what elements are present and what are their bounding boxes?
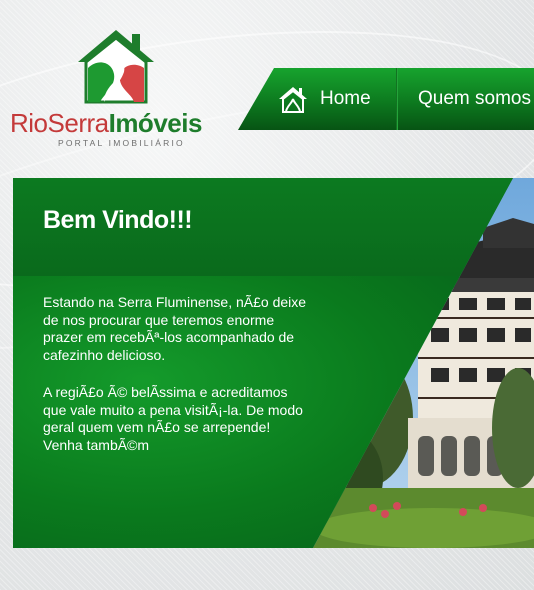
site-logo[interactable]: RioSerraImóveis PORTAL IMOBILIÁRIO [10, 28, 230, 148]
nav-item-quem-somos[interactable]: Quem somos [418, 68, 531, 130]
house-logo-icon [78, 30, 154, 104]
nav-item-quem-somos-label: Quem somos [418, 88, 531, 109]
welcome-paragraph-1: Estando na Serra Fluminense, nÃ£o deixe … [43, 294, 307, 363]
welcome-paragraph-2: A regiÃ£o Ã© belÃssima e acreditamos que… [43, 384, 303, 453]
brand-name: RioSerraImóveis [10, 108, 202, 139]
house-icon [279, 87, 307, 113]
brand-tagline: PORTAL IMOBILIÁRIO [58, 138, 185, 148]
brand-name-imoveis: Imóveis [108, 108, 203, 138]
nav-item-home-label: Home [320, 88, 371, 109]
brand-name-rioserra: RioSerra [10, 108, 109, 138]
nav-divider [396, 68, 398, 130]
welcome-heading: Bem Vindo!!! [43, 206, 193, 234]
nav-item-home[interactable]: Home [278, 68, 396, 130]
main-nav: Home Quem somos [238, 68, 534, 130]
hero-banner: Bem Vindo!!! Estando na Serra Fluminense… [13, 178, 534, 548]
